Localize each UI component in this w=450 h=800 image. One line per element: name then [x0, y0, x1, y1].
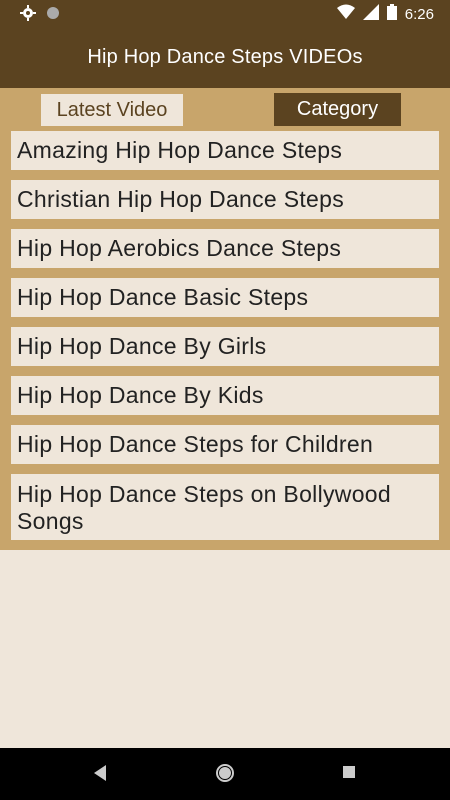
category-item[interactable]: Hip Hop Dance By Kids	[11, 376, 439, 415]
category-item[interactable]: Hip Hop Dance By Girls	[11, 327, 439, 366]
recents-icon[interactable]	[342, 765, 356, 784]
category-item[interactable]: Hip Hop Aerobics Dance Steps	[11, 229, 439, 268]
category-item[interactable]: Hip Hop Dance Steps for Children	[11, 425, 439, 464]
status-left	[20, 5, 60, 26]
app-title: Hip Hop Dance Steps VIDEOs	[87, 46, 363, 68]
category-item[interactable]: Hip Hop Dance Basic Steps	[11, 278, 439, 317]
app-bar: Hip Hop Dance Steps VIDEOs	[0, 28, 450, 88]
record-icon	[46, 6, 60, 25]
status-right: 6:26	[336, 4, 434, 25]
settings-icon	[20, 5, 36, 26]
category-item[interactable]: Christian Hip Hop Dance Steps	[11, 180, 439, 219]
category-list: Amazing Hip Hop Dance Steps Christian Hi…	[11, 131, 439, 550]
navigation-bar	[0, 748, 450, 800]
signal-icon	[362, 4, 379, 25]
battery-icon	[386, 4, 397, 25]
tab-category[interactable]: Category	[274, 93, 401, 126]
category-item[interactable]: Hip Hop Dance Steps on Bollywood Songs	[11, 474, 439, 540]
status-bar: 6:26	[0, 0, 450, 28]
home-icon[interactable]	[215, 763, 235, 788]
wifi-icon	[336, 4, 355, 25]
status-time: 6:26	[404, 6, 434, 23]
tab-latest-video[interactable]: Latest Video	[41, 94, 183, 126]
back-icon[interactable]	[92, 764, 108, 787]
category-item[interactable]: Amazing Hip Hop Dance Steps	[11, 131, 439, 170]
